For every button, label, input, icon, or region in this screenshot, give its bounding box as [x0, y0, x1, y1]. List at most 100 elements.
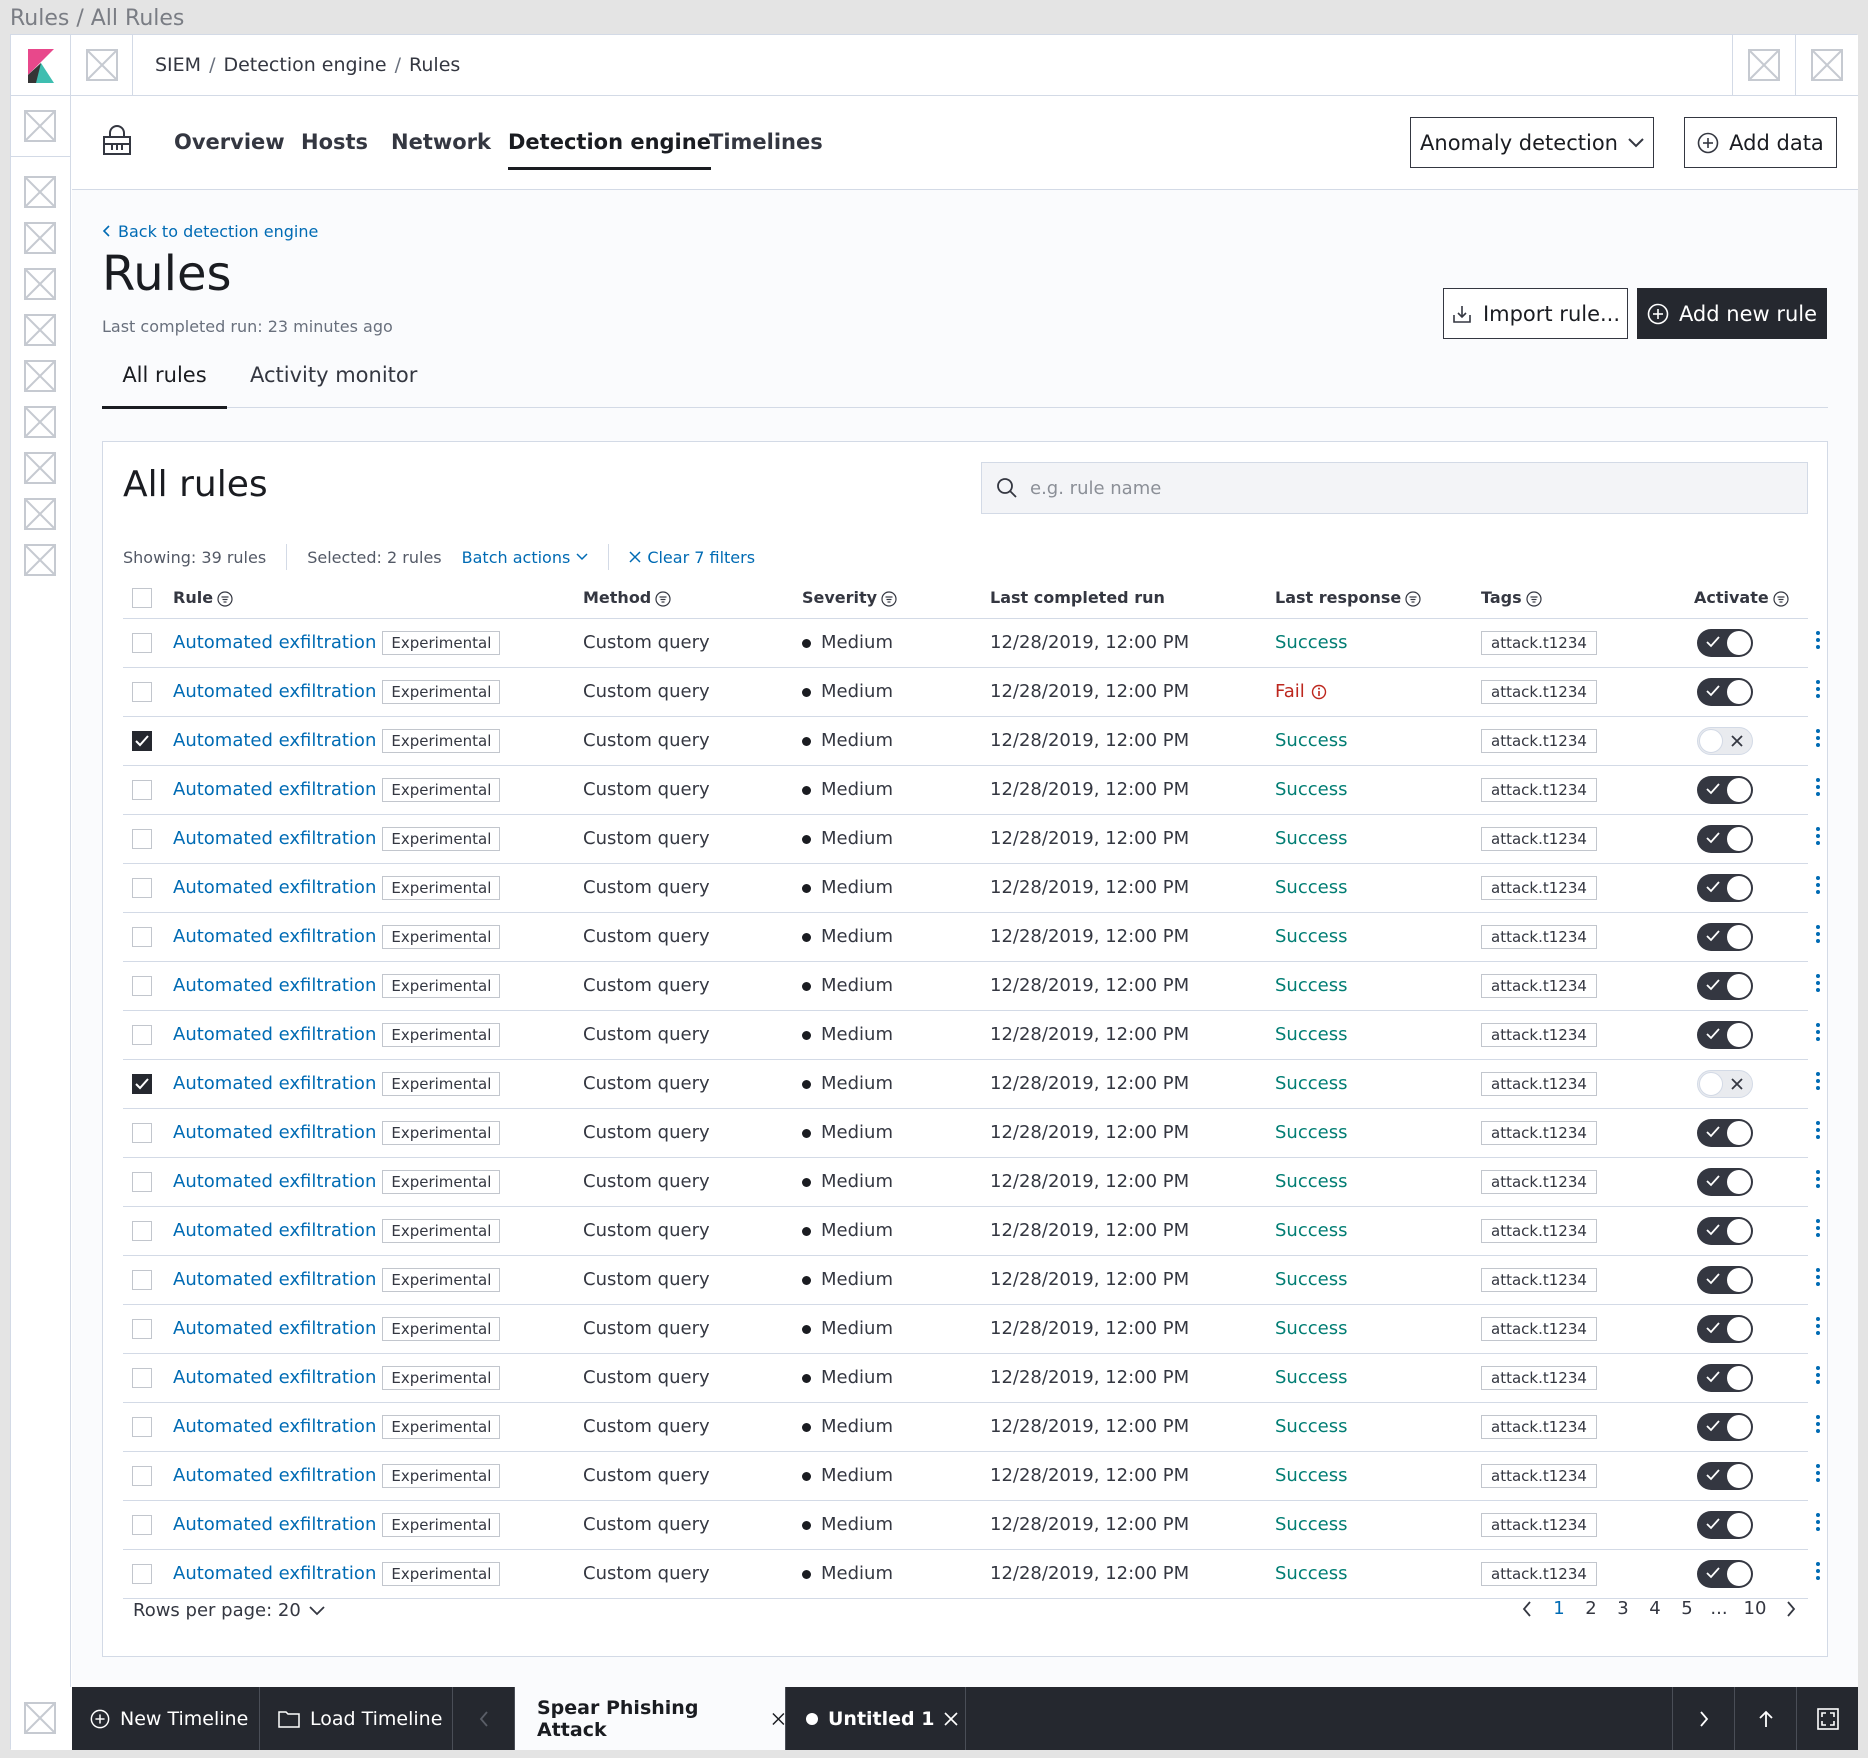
placeholder-icon[interactable]: [24, 1702, 56, 1734]
activate-toggle[interactable]: [1697, 1118, 1753, 1147]
rule-tag[interactable]: attack.t1234: [1481, 1365, 1597, 1390]
activate-toggle[interactable]: [1697, 971, 1753, 1000]
info-icon[interactable]: [1311, 684, 1327, 700]
timeline-tab-untitled-1[interactable]: Untitled 1: [786, 1687, 966, 1750]
menu-placeholder-icon[interactable]: [71, 35, 133, 95]
header-placeholder-icon-2[interactable]: [1795, 35, 1858, 95]
rule-name-link[interactable]: Automated exfiltration: [173, 1269, 376, 1290]
column-header-tags[interactable]: Tags: [1481, 578, 1694, 619]
activate-toggle[interactable]: [1697, 1559, 1753, 1588]
tab-network[interactable]: Network: [391, 122, 491, 162]
nav-placeholder-icon[interactable]: [24, 268, 56, 300]
row-checkbox[interactable]: [132, 926, 152, 947]
more-vertical-icon[interactable]: [1808, 1120, 1828, 1145]
row-checkbox[interactable]: [132, 828, 152, 849]
rule-name-link[interactable]: Automated exfiltration: [173, 877, 376, 898]
rule-name-link[interactable]: Automated exfiltration: [173, 1122, 376, 1143]
more-vertical-icon[interactable]: [1808, 728, 1828, 753]
more-vertical-icon[interactable]: [1808, 1414, 1828, 1439]
row-checkbox[interactable]: [132, 1465, 152, 1486]
scroll-tabs-right-button[interactable]: [1672, 1687, 1734, 1750]
row-checkbox[interactable]: [132, 1220, 152, 1241]
row-checkbox[interactable]: [132, 632, 152, 653]
rule-name-link[interactable]: Automated exfiltration: [173, 1073, 376, 1094]
row-checkbox[interactable]: [132, 877, 152, 898]
row-checkbox[interactable]: [132, 1024, 152, 1045]
more-vertical-icon[interactable]: [1808, 1169, 1828, 1194]
rule-tag[interactable]: attack.t1234: [1481, 1463, 1597, 1488]
nav-placeholder-icon[interactable]: [24, 406, 56, 438]
rule-tag[interactable]: attack.t1234: [1481, 679, 1597, 704]
column-header-rule[interactable]: Rule: [173, 578, 583, 619]
header-placeholder-icon-1[interactable]: [1732, 35, 1795, 95]
breadcrumb-detection-engine[interactable]: Detection engine: [223, 54, 386, 76]
next-page-button[interactable]: [1775, 1600, 1807, 1617]
import-rule-button[interactable]: Import rule...: [1443, 288, 1628, 339]
activate-toggle[interactable]: [1697, 1069, 1753, 1098]
rule-tag[interactable]: attack.t1234: [1481, 1169, 1597, 1194]
rule-name-link[interactable]: Automated exfiltration: [173, 681, 376, 702]
rule-name-link[interactable]: Automated exfiltration: [173, 1563, 376, 1584]
nav-placeholder-icon[interactable]: [24, 176, 56, 208]
page-1[interactable]: 1: [1543, 1598, 1575, 1619]
activate-toggle[interactable]: [1697, 873, 1753, 902]
rule-name-link[interactable]: Automated exfiltration: [173, 1220, 376, 1241]
nav-placeholder-icon[interactable]: [24, 110, 56, 142]
activate-toggle[interactable]: [1697, 726, 1753, 755]
row-checkbox[interactable]: [132, 1416, 152, 1437]
rule-tag[interactable]: attack.t1234: [1481, 1316, 1597, 1341]
row-checkbox[interactable]: [132, 1514, 152, 1535]
row-checkbox[interactable]: [132, 1171, 152, 1192]
rule-tag[interactable]: attack.t1234: [1481, 1071, 1597, 1096]
new-timeline-button[interactable]: New Timeline: [72, 1687, 260, 1750]
activate-toggle[interactable]: [1697, 1216, 1753, 1245]
rule-tag[interactable]: attack.t1234: [1481, 1120, 1597, 1145]
page-2[interactable]: 2: [1575, 1598, 1607, 1619]
close-icon[interactable]: [772, 1712, 785, 1726]
nav-placeholder-icon[interactable]: [24, 314, 56, 346]
search-input[interactable]: [1030, 477, 1790, 499]
more-vertical-icon[interactable]: [1808, 630, 1828, 655]
fullscreen-button[interactable]: [1796, 1687, 1858, 1750]
breadcrumb-siem[interactable]: SIEM: [155, 54, 201, 76]
rule-name-link[interactable]: Automated exfiltration: [173, 828, 376, 849]
tab-overview[interactable]: Overview: [174, 122, 285, 162]
more-vertical-icon[interactable]: [1808, 1365, 1828, 1390]
rule-name-link[interactable]: Automated exfiltration: [173, 1367, 376, 1388]
more-vertical-icon[interactable]: [1808, 973, 1828, 998]
row-checkbox[interactable]: [132, 1318, 152, 1339]
rule-tag[interactable]: attack.t1234: [1481, 1218, 1597, 1243]
nav-placeholder-icon[interactable]: [24, 498, 56, 530]
rule-name-link[interactable]: Automated exfiltration: [173, 730, 376, 751]
rule-name-link[interactable]: Automated exfiltration: [173, 975, 376, 996]
activate-toggle[interactable]: [1697, 824, 1753, 853]
activate-toggle[interactable]: [1697, 1265, 1753, 1294]
column-header-severity[interactable]: Severity: [802, 578, 990, 619]
row-checkbox[interactable]: [132, 975, 152, 996]
page-10[interactable]: 10: [1735, 1598, 1775, 1619]
select-all-checkbox[interactable]: [132, 587, 152, 608]
tab-detection-engine[interactable]: Detection engine: [508, 122, 711, 170]
row-checkbox[interactable]: [132, 779, 152, 800]
more-vertical-icon[interactable]: [1808, 1463, 1828, 1488]
more-vertical-icon[interactable]: [1808, 679, 1828, 704]
rule-tag[interactable]: attack.t1234: [1481, 875, 1597, 900]
tab-activity-monitor[interactable]: Activity monitor: [250, 348, 417, 408]
activate-toggle[interactable]: [1697, 1363, 1753, 1392]
page-5[interactable]: 5: [1671, 1598, 1703, 1619]
rule-name-link[interactable]: Automated exfiltration: [173, 1171, 376, 1192]
rule-tag[interactable]: attack.t1234: [1481, 924, 1597, 949]
rule-name-link[interactable]: Automated exfiltration: [173, 779, 376, 800]
more-vertical-icon[interactable]: [1808, 1316, 1828, 1341]
rule-tag[interactable]: attack.t1234: [1481, 630, 1597, 655]
tab-all-rules[interactable]: All rules: [102, 348, 227, 409]
rule-tag[interactable]: attack.t1234: [1481, 1512, 1597, 1537]
rule-search-field[interactable]: [981, 462, 1808, 514]
timeline-tab-spear-phishing[interactable]: Spear Phishing Attack: [515, 1687, 786, 1750]
row-checkbox[interactable]: [132, 730, 152, 751]
rule-name-link[interactable]: Automated exfiltration: [173, 1465, 376, 1486]
rule-name-link[interactable]: Automated exfiltration: [173, 1416, 376, 1437]
rule-name-link[interactable]: Automated exfiltration: [173, 1514, 376, 1535]
load-timeline-button[interactable]: Load Timeline: [260, 1687, 453, 1750]
nav-placeholder-icon[interactable]: [24, 544, 56, 576]
